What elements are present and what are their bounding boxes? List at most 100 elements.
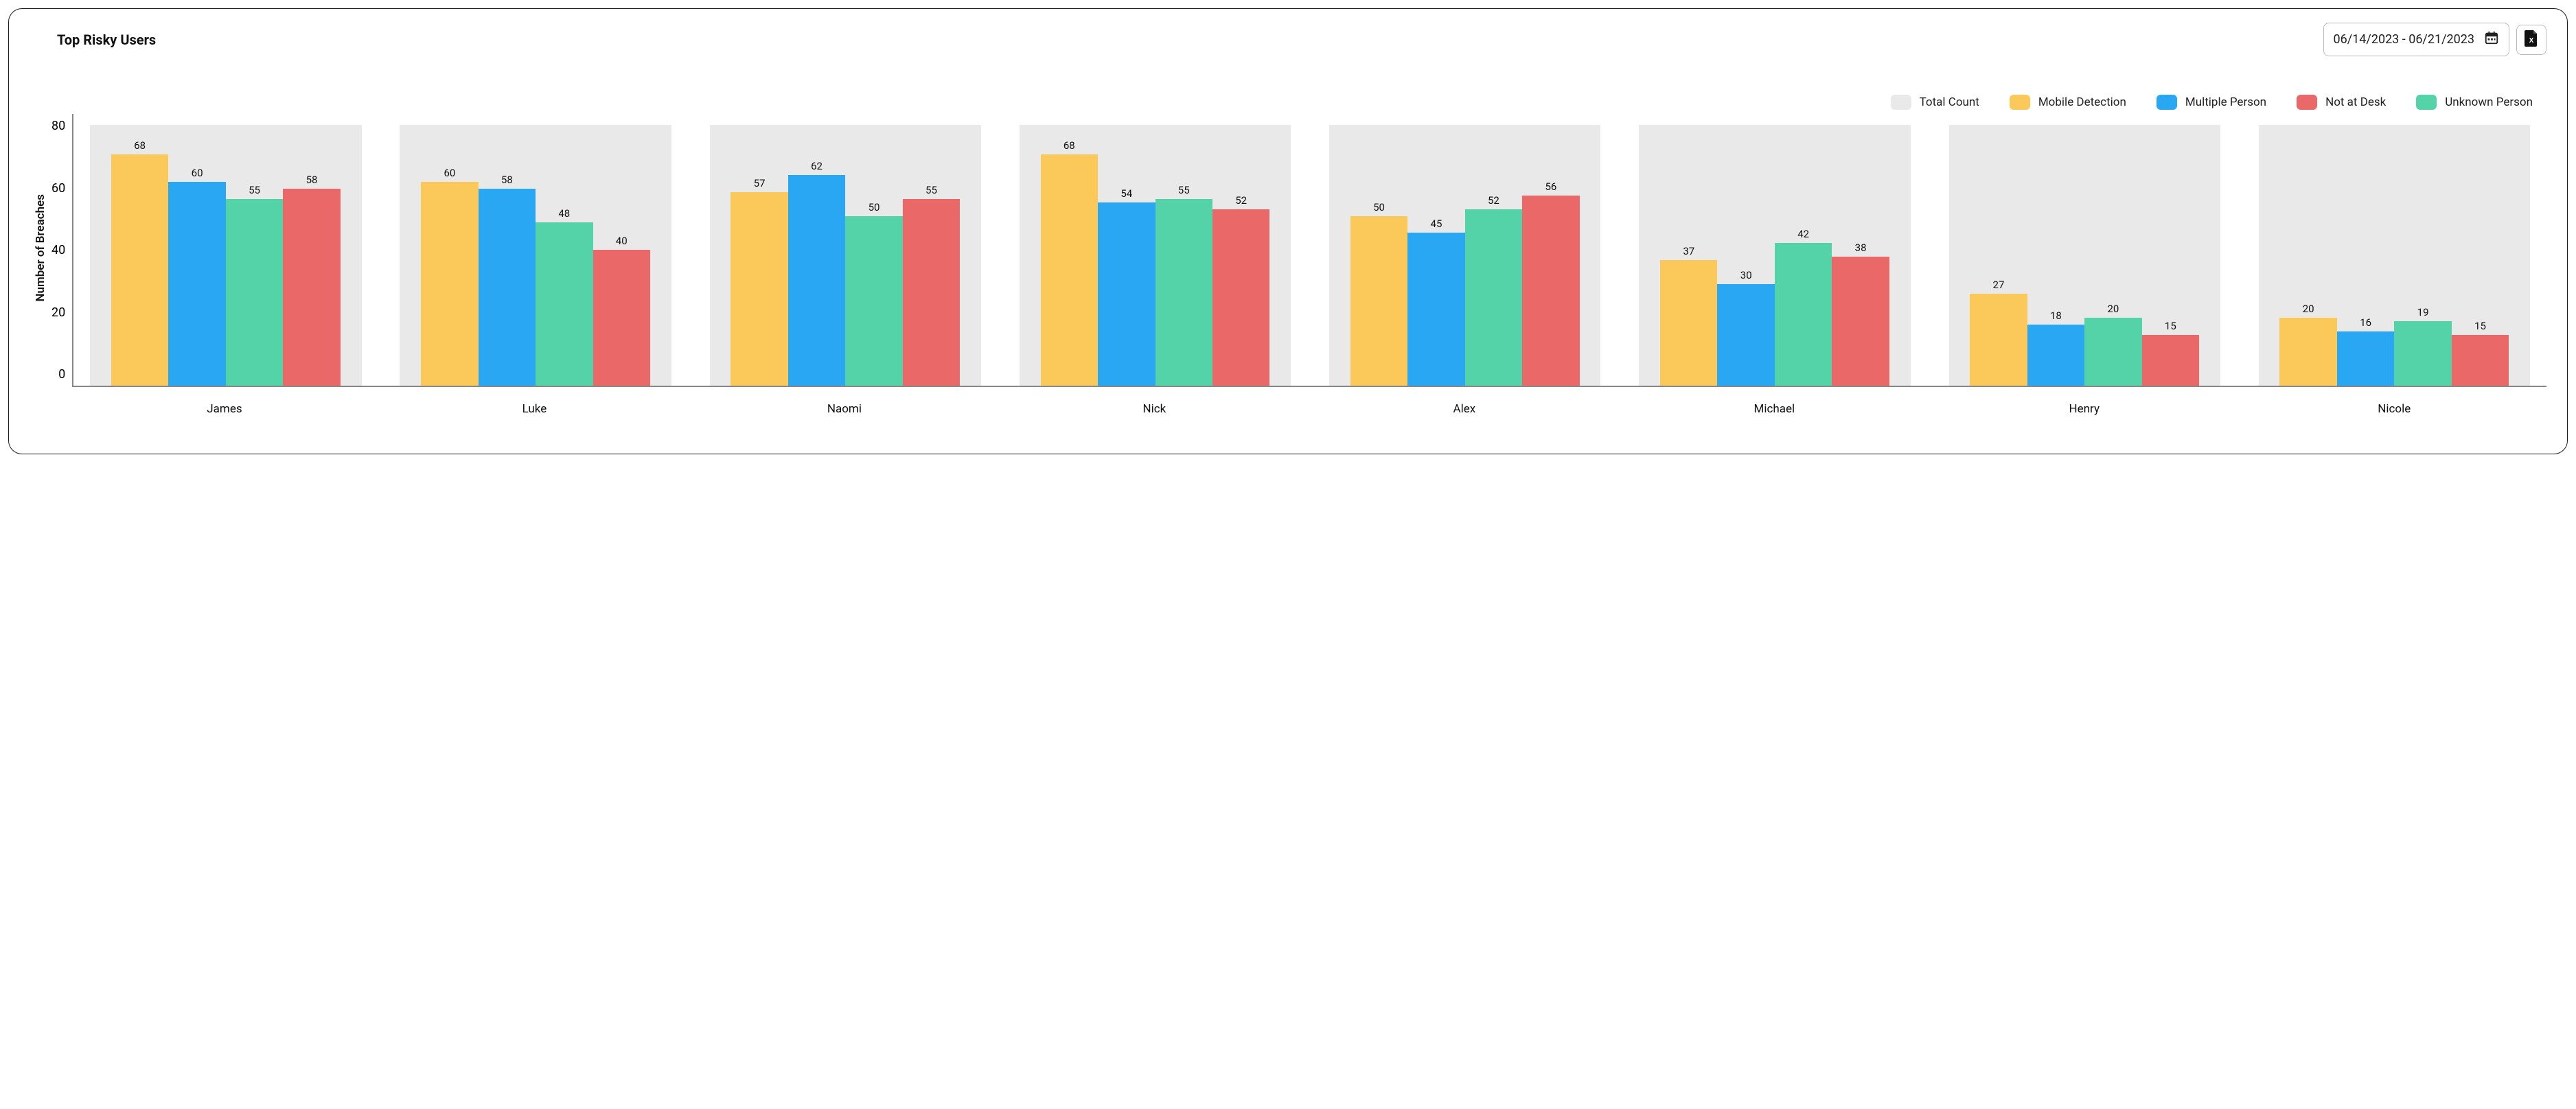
bars: 20161915 — [2279, 114, 2509, 386]
bar-mobile[interactable]: 68 — [111, 154, 168, 386]
bar-group: 20161915 — [2244, 114, 2545, 386]
legend-item-unknown[interactable]: Unknown Person — [2416, 95, 2533, 110]
bar-value-label: 18 — [2050, 310, 2062, 322]
y-axis: 806040200 — [51, 114, 72, 375]
bar-mobile[interactable]: 57 — [731, 192, 787, 386]
date-range-picker[interactable]: 06/14/2023 - 06/21/2023 — [2323, 23, 2509, 56]
date-range-text: 06/14/2023 - 06/21/2023 — [2334, 32, 2474, 47]
bar-unknown[interactable]: 52 — [1465, 209, 1522, 386]
bar-value-label: 50 — [1373, 201, 1385, 213]
bar-multiple[interactable]: 45 — [1407, 233, 1464, 386]
bar-value-label: 57 — [754, 177, 766, 189]
bar-multiple[interactable]: 58 — [479, 189, 536, 386]
bar-group: 68605558 — [75, 114, 376, 386]
legend-item-notdesk[interactable]: Not at Desk — [2297, 95, 2386, 110]
swatch-notdesk — [2297, 95, 2317, 110]
legend-label-multiple: Multiple Person — [2185, 95, 2266, 109]
swatch-total — [1891, 95, 1911, 110]
legend-label-mobile: Mobile Detection — [2038, 95, 2126, 109]
bar-value-label: 60 — [444, 167, 455, 179]
bar-value-label: 56 — [1545, 180, 1556, 193]
bar-value-label: 68 — [134, 139, 146, 152]
y-tick: 20 — [51, 307, 65, 319]
bar-notdesk[interactable]: 55 — [903, 199, 960, 386]
bar-value-label: 54 — [1120, 187, 1132, 200]
bar-unknown[interactable]: 19 — [2394, 321, 2451, 386]
bar-multiple[interactable]: 54 — [1098, 202, 1155, 386]
bar-group: 68545552 — [1004, 114, 1306, 386]
bar-value-label: 42 — [1797, 228, 1809, 240]
bar-value-label: 60 — [192, 167, 203, 179]
bars: 27182015 — [1970, 114, 2199, 386]
bar-value-label: 16 — [2360, 316, 2371, 329]
chart-area: Number of Breaches 806040200 68605558605… — [30, 114, 2546, 416]
bar-value-label: 37 — [1683, 245, 1694, 257]
card-title: Top Risky Users — [30, 32, 156, 48]
x-tick: Nicole — [2244, 402, 2545, 416]
bar-mobile[interactable]: 68 — [1041, 154, 1098, 386]
calendar-icon — [2484, 30, 2499, 49]
export-excel-button[interactable]: X — [2516, 25, 2546, 55]
bar-value-label: 45 — [1431, 218, 1442, 230]
file-excel-icon: X — [2524, 30, 2539, 49]
bar-group: 37304238 — [1624, 114, 1925, 386]
bar-unknown[interactable]: 20 — [2084, 318, 2141, 386]
bar-mobile[interactable]: 20 — [2279, 318, 2336, 386]
bar-notdesk[interactable]: 15 — [2452, 335, 2509, 386]
plot-inner: 6860555860584840576250556854555250455256… — [72, 114, 2546, 387]
x-tick: Nick — [1004, 402, 1305, 416]
bar-group: 60584840 — [384, 114, 686, 386]
bar-notdesk[interactable]: 15 — [2142, 335, 2199, 386]
legend-item-mobile[interactable]: Mobile Detection — [2010, 95, 2126, 110]
bar-group: 27182015 — [1934, 114, 2235, 386]
bar-mobile[interactable]: 37 — [1660, 260, 1717, 386]
y-tick: 40 — [51, 244, 65, 257]
bar-notdesk[interactable]: 56 — [1522, 196, 1579, 386]
bar-notdesk[interactable]: 40 — [593, 250, 650, 386]
y-tick: 0 — [58, 369, 65, 381]
x-tick: James — [73, 402, 375, 416]
bar-value-label: 20 — [2107, 303, 2119, 315]
bars: 50455256 — [1350, 114, 1580, 386]
bar-notdesk[interactable]: 38 — [1832, 257, 1889, 386]
plot: 6860555860584840576250556854555250455256… — [72, 114, 2546, 416]
bar-unknown[interactable]: 55 — [1155, 199, 1212, 386]
bar-value-label: 58 — [306, 174, 318, 186]
legend-item-total[interactable]: Total Count — [1891, 95, 1979, 110]
header-controls: 06/14/2023 - 06/21/2023 X — [2323, 23, 2546, 56]
bar-value-label: 50 — [869, 201, 880, 213]
bar-multiple[interactable]: 18 — [2027, 325, 2084, 386]
bar-notdesk[interactable]: 52 — [1212, 209, 1269, 386]
bar-multiple[interactable]: 60 — [168, 182, 225, 386]
bar-value-label: 40 — [616, 235, 628, 247]
x-tick: Naomi — [693, 402, 995, 416]
bars: 60584840 — [421, 114, 650, 386]
bars: 68605558 — [111, 114, 341, 386]
bar-mobile[interactable]: 27 — [1970, 294, 2027, 386]
bar-value-label: 19 — [2417, 306, 2429, 318]
legend-item-multiple[interactable]: Multiple Person — [2157, 95, 2266, 110]
bar-value-label: 27 — [1993, 279, 2005, 291]
bar-unknown[interactable]: 50 — [845, 216, 902, 386]
y-axis-label: Number of Breaches — [30, 194, 51, 302]
legend-label-unknown: Unknown Person — [2445, 95, 2533, 109]
bar-notdesk[interactable]: 58 — [283, 189, 340, 386]
bar-unknown[interactable]: 55 — [226, 199, 283, 386]
bar-value-label: 58 — [501, 174, 513, 186]
bar-value-label: 55 — [925, 184, 937, 196]
swatch-multiple — [2157, 95, 2177, 110]
bar-value-label: 55 — [249, 184, 260, 196]
bar-multiple[interactable]: 16 — [2337, 331, 2394, 386]
bar-unknown[interactable]: 42 — [1775, 243, 1832, 386]
x-axis: JamesLukeNaomiNickAlexMichaelHenryNicole — [72, 387, 2546, 416]
bar-group: 50455256 — [1314, 114, 1615, 386]
bar-unknown[interactable]: 48 — [536, 222, 593, 386]
y-tick: 80 — [51, 120, 65, 132]
bar-value-label: 62 — [811, 160, 823, 172]
bar-mobile[interactable]: 60 — [421, 182, 478, 386]
svg-text:X: X — [2529, 37, 2534, 45]
bar-value-label: 52 — [1235, 194, 1247, 207]
bar-multiple[interactable]: 30 — [1717, 284, 1774, 386]
bar-mobile[interactable]: 50 — [1350, 216, 1407, 386]
bar-multiple[interactable]: 62 — [788, 175, 845, 386]
